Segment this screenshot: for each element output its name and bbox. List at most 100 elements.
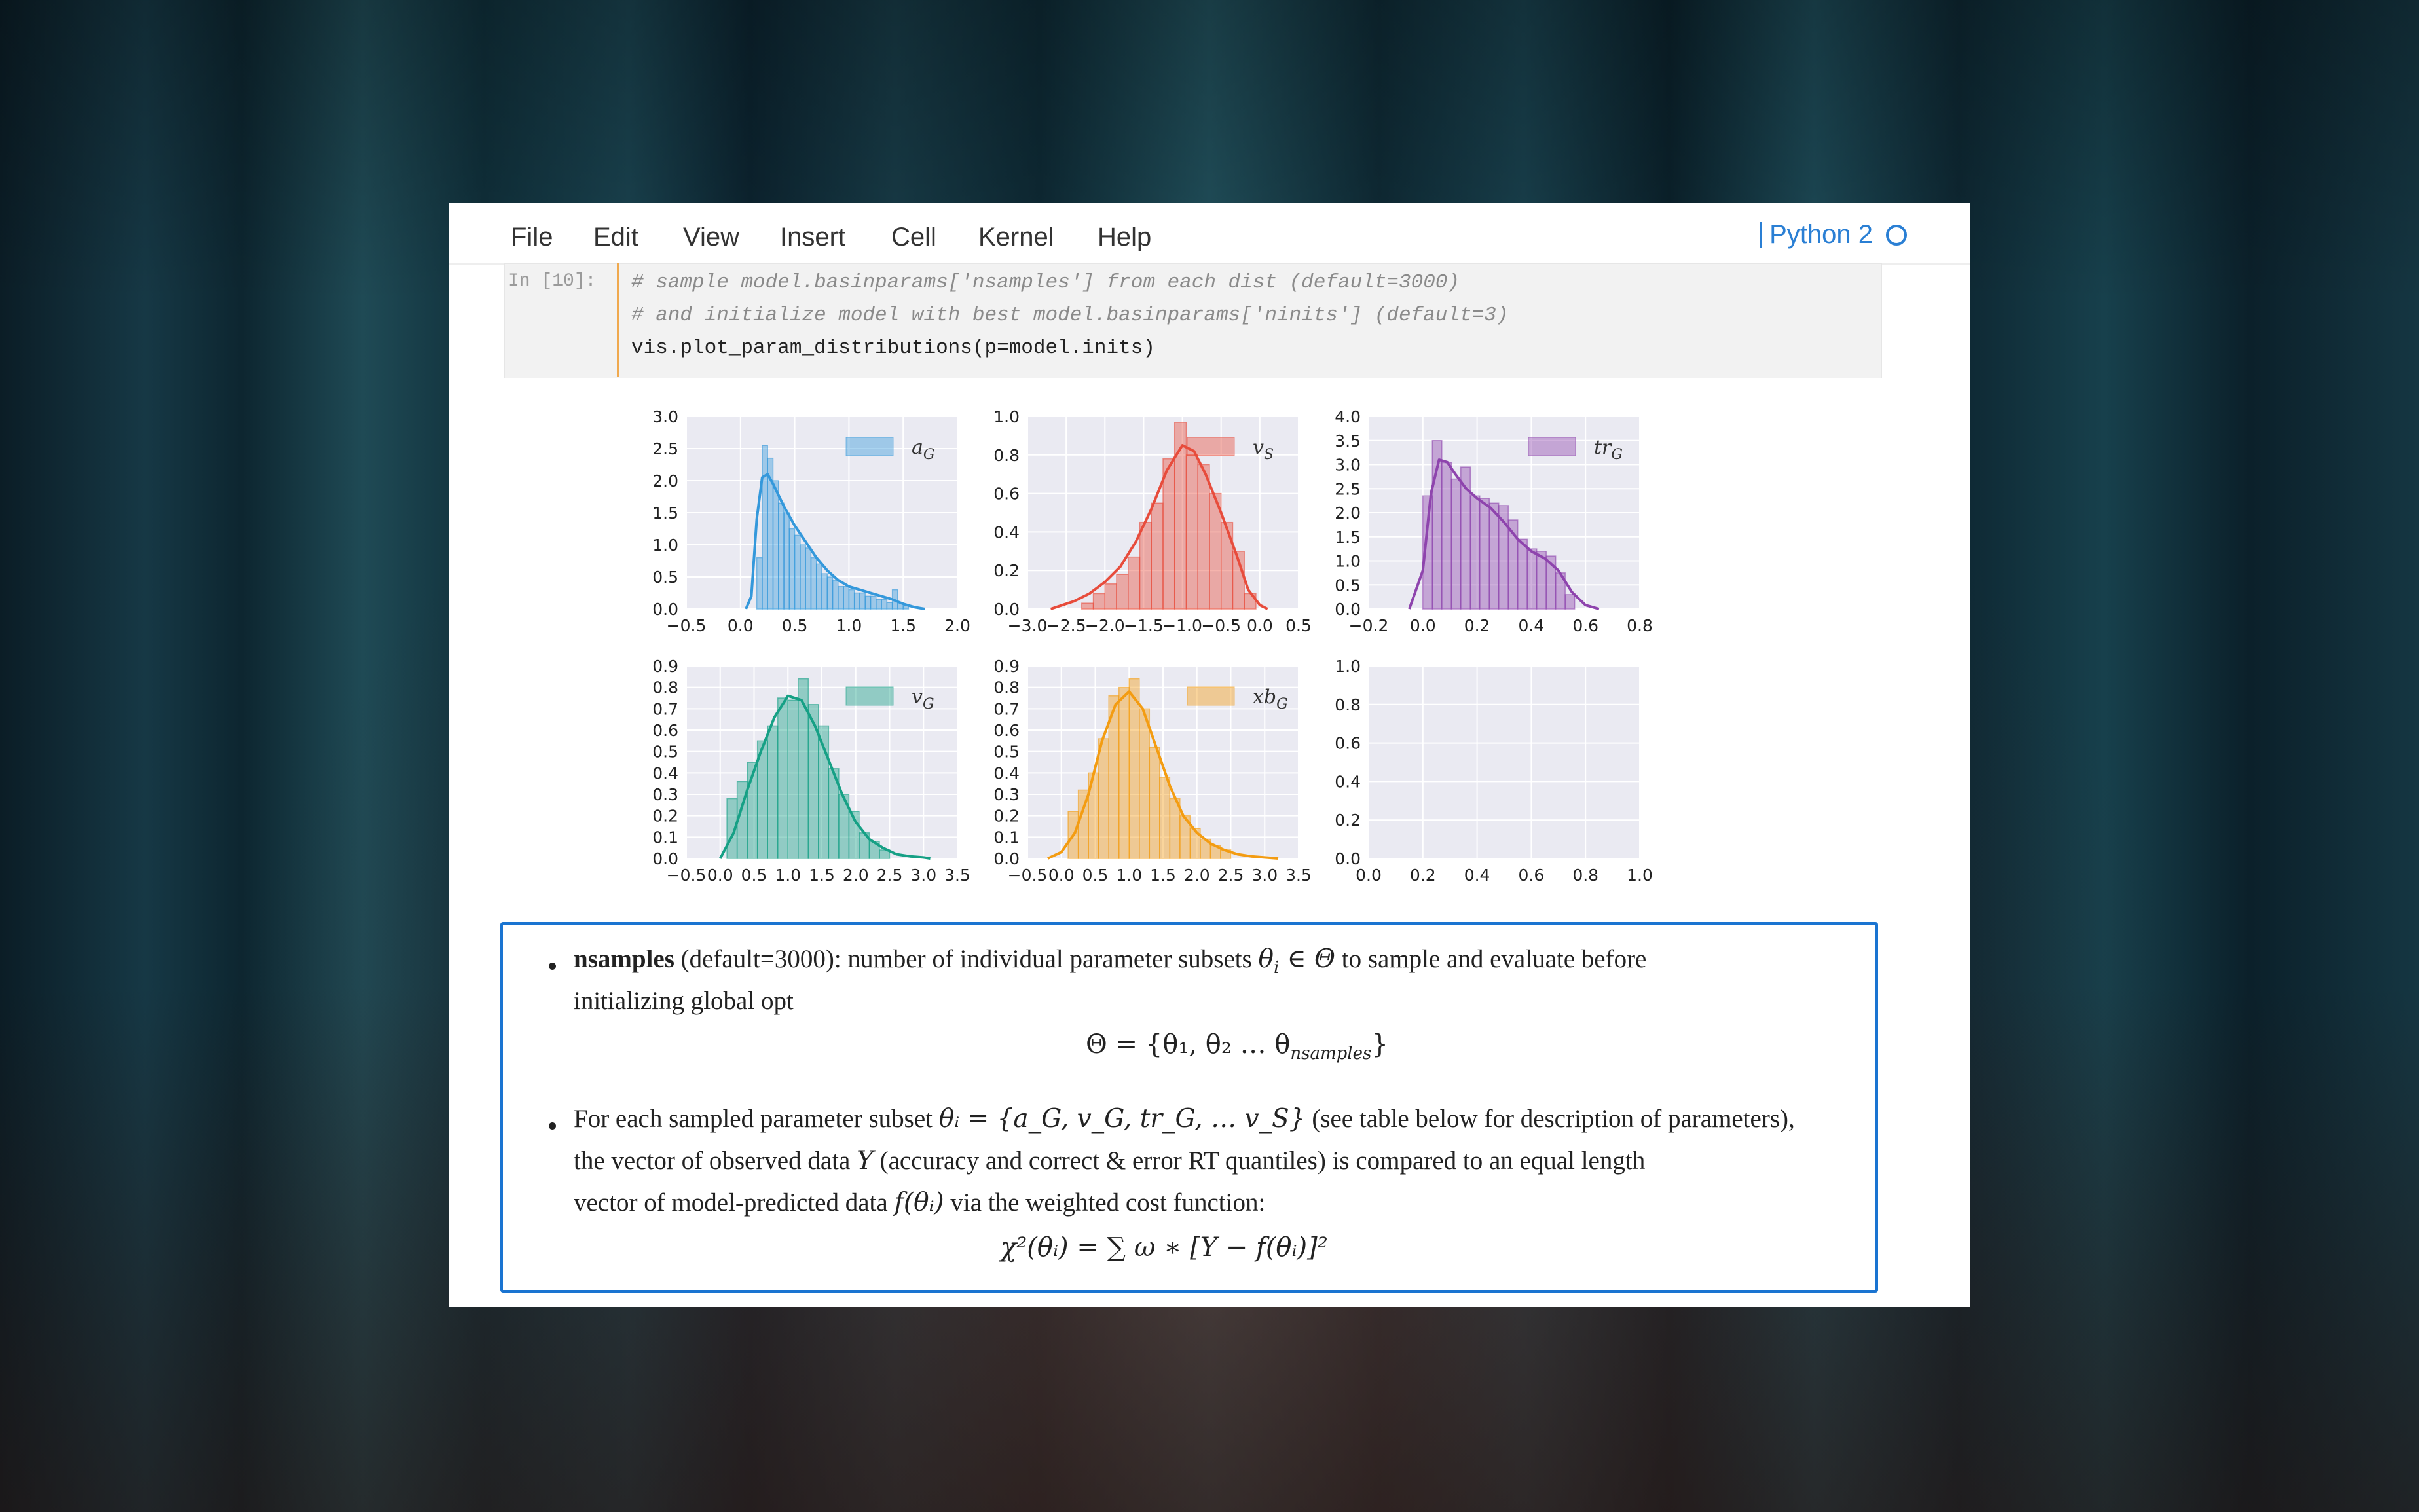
- y-tick-label: 0.4: [993, 764, 1020, 783]
- x-tick-label: −0.5: [667, 866, 707, 885]
- y-tick-label: 0.1: [993, 828, 1020, 847]
- y-tick-label: 0.9: [652, 657, 678, 676]
- bullet-1-text: (default=3000): number of individual par…: [674, 945, 1259, 973]
- y-tick-label: 0.0: [652, 849, 678, 868]
- histogram-bar: [1149, 747, 1160, 859]
- histogram-bar: [843, 585, 850, 610]
- histogram-bar: [832, 580, 839, 610]
- bullet-2-line-1: For each sampled parameter subset θᵢ = {…: [574, 1104, 1795, 1134]
- y-tick-label: 0.5: [652, 743, 678, 762]
- x-tick-label: 3.5: [1285, 866, 1312, 885]
- histogram-bar: [794, 534, 801, 610]
- y-tick-label: 1.0: [652, 536, 678, 555]
- histogram-bar: [838, 585, 844, 610]
- histogram-bar: [778, 502, 785, 610]
- y-tick-label: 0.2: [993, 807, 1020, 826]
- y-tick-label: 0.6: [993, 485, 1020, 504]
- histogram-bar: [1151, 502, 1164, 610]
- x-tick-label: −1.5: [1124, 616, 1164, 635]
- y-tick-label: 0.8: [993, 678, 1020, 697]
- y-tick-label: 0.8: [652, 678, 678, 697]
- histogram-bar: [1488, 502, 1500, 610]
- x-tick-label: 0.4: [1519, 616, 1545, 635]
- y-tick-label: 1.0: [1335, 657, 1361, 676]
- x-tick-label: 0.5: [1285, 616, 1312, 635]
- y-tick-label: 0.0: [1335, 600, 1361, 619]
- legend-swatch: [1528, 437, 1576, 456]
- x-tick-label: 0.5: [782, 616, 808, 635]
- y-tick-label: 1.0: [993, 407, 1020, 426]
- histogram-bar: [821, 573, 828, 610]
- x-tick-label: 0.4: [1464, 866, 1490, 885]
- histogram-bar: [848, 589, 855, 610]
- x-tick-label: −0.2: [1349, 616, 1389, 635]
- x-tick-label: 0.0: [707, 866, 733, 885]
- x-tick-label: −2.0: [1085, 616, 1125, 635]
- y-tick-label: 2.5: [652, 439, 678, 458]
- histogram-bar: [787, 699, 799, 859]
- histogram-bar: [815, 563, 822, 610]
- y-tick-label: 1.5: [1335, 528, 1361, 547]
- histogram-bar: [810, 557, 817, 610]
- y-tick-label: 0.0: [993, 600, 1020, 619]
- x-tick-label: 2.0: [1184, 866, 1210, 885]
- x-tick-label: 2.5: [1218, 866, 1244, 885]
- y-tick-label: 0.3: [652, 785, 678, 804]
- histogram-bar: [1450, 478, 1462, 610]
- histogram-bar: [1092, 593, 1106, 610]
- histogram-bar: [1197, 464, 1210, 610]
- y-tick-label: 0.2: [993, 561, 1020, 580]
- y-tick-label: 1.5: [652, 504, 678, 523]
- x-tick-label: 0.6: [1519, 866, 1545, 885]
- histogram-bar: [1185, 454, 1198, 610]
- histogram-bar: [886, 602, 893, 610]
- y-tick-label: 0.0: [993, 849, 1020, 868]
- observed-y: Y: [857, 1146, 874, 1175]
- histogram-bar: [1128, 556, 1141, 610]
- equation-theta-set: Θ = {θ₁, θ₂ … θnsamples}: [1086, 1029, 1388, 1063]
- y-tick-label: 0.2: [652, 807, 678, 826]
- histogram-bar: [1139, 521, 1153, 610]
- f-theta-i: f(θᵢ): [894, 1188, 944, 1217]
- x-tick-label: 1.0: [836, 616, 862, 635]
- bullet-2-line-3: vector of model-predicted data f(θᵢ) via…: [574, 1188, 1266, 1217]
- histogram-bar: [1128, 678, 1140, 859]
- y-tick-label: 0.6: [1335, 734, 1361, 753]
- histogram-bar: [870, 595, 877, 610]
- plot-area: [1369, 666, 1640, 858]
- x-tick-label: 0.8: [1572, 866, 1598, 885]
- y-tick-label: 3.0: [652, 407, 678, 426]
- markdown-cell[interactable]: nsamples (default=3000): number of indiv…: [500, 922, 1878, 1293]
- histogram-bar: [1220, 521, 1234, 610]
- x-tick-label: −2.5: [1046, 616, 1086, 635]
- x-tick-label: 2.0: [944, 616, 970, 635]
- bullet-2-line-2: the vector of observed data Y (accuracy …: [574, 1146, 1646, 1175]
- y-tick-label: 0.0: [652, 600, 678, 619]
- bullet-1-line-1: nsamples (default=3000): number of indiv…: [574, 944, 1646, 978]
- x-tick-label: −0.5: [667, 616, 707, 635]
- legend-swatch: [845, 686, 894, 706]
- y-tick-label: 0.5: [993, 743, 1020, 762]
- histogram-bar: [1517, 538, 1528, 610]
- histogram-bar: [864, 595, 872, 610]
- x-tick-label: 3.0: [1251, 866, 1278, 885]
- notebook-window: File Edit View Insert Cell Kernel Help P…: [449, 203, 1970, 1307]
- x-tick-label: 3.5: [944, 866, 970, 885]
- histogram-bar: [1104, 583, 1117, 610]
- y-tick-label: 2.0: [1335, 504, 1361, 523]
- histogram-bar: [800, 544, 806, 610]
- x-tick-label: 1.5: [890, 616, 916, 635]
- histogram-bar: [1526, 548, 1538, 610]
- legend-swatch: [845, 437, 894, 456]
- histogram-bar: [767, 725, 779, 859]
- bullet-1-line-2: initializing global opt: [574, 987, 794, 1015]
- y-tick-label: 1.0: [1335, 552, 1361, 571]
- y-tick-label: 3.0: [1335, 456, 1361, 475]
- x-tick-label: 0.5: [741, 866, 767, 885]
- y-tick-label: 0.3: [993, 785, 1020, 804]
- histogram-bar: [1441, 462, 1452, 610]
- histogram-bar: [826, 576, 834, 610]
- x-tick-label: 0.5: [1082, 866, 1109, 885]
- theta-i: θi: [1258, 944, 1280, 978]
- x-tick-label: 2.5: [877, 866, 903, 885]
